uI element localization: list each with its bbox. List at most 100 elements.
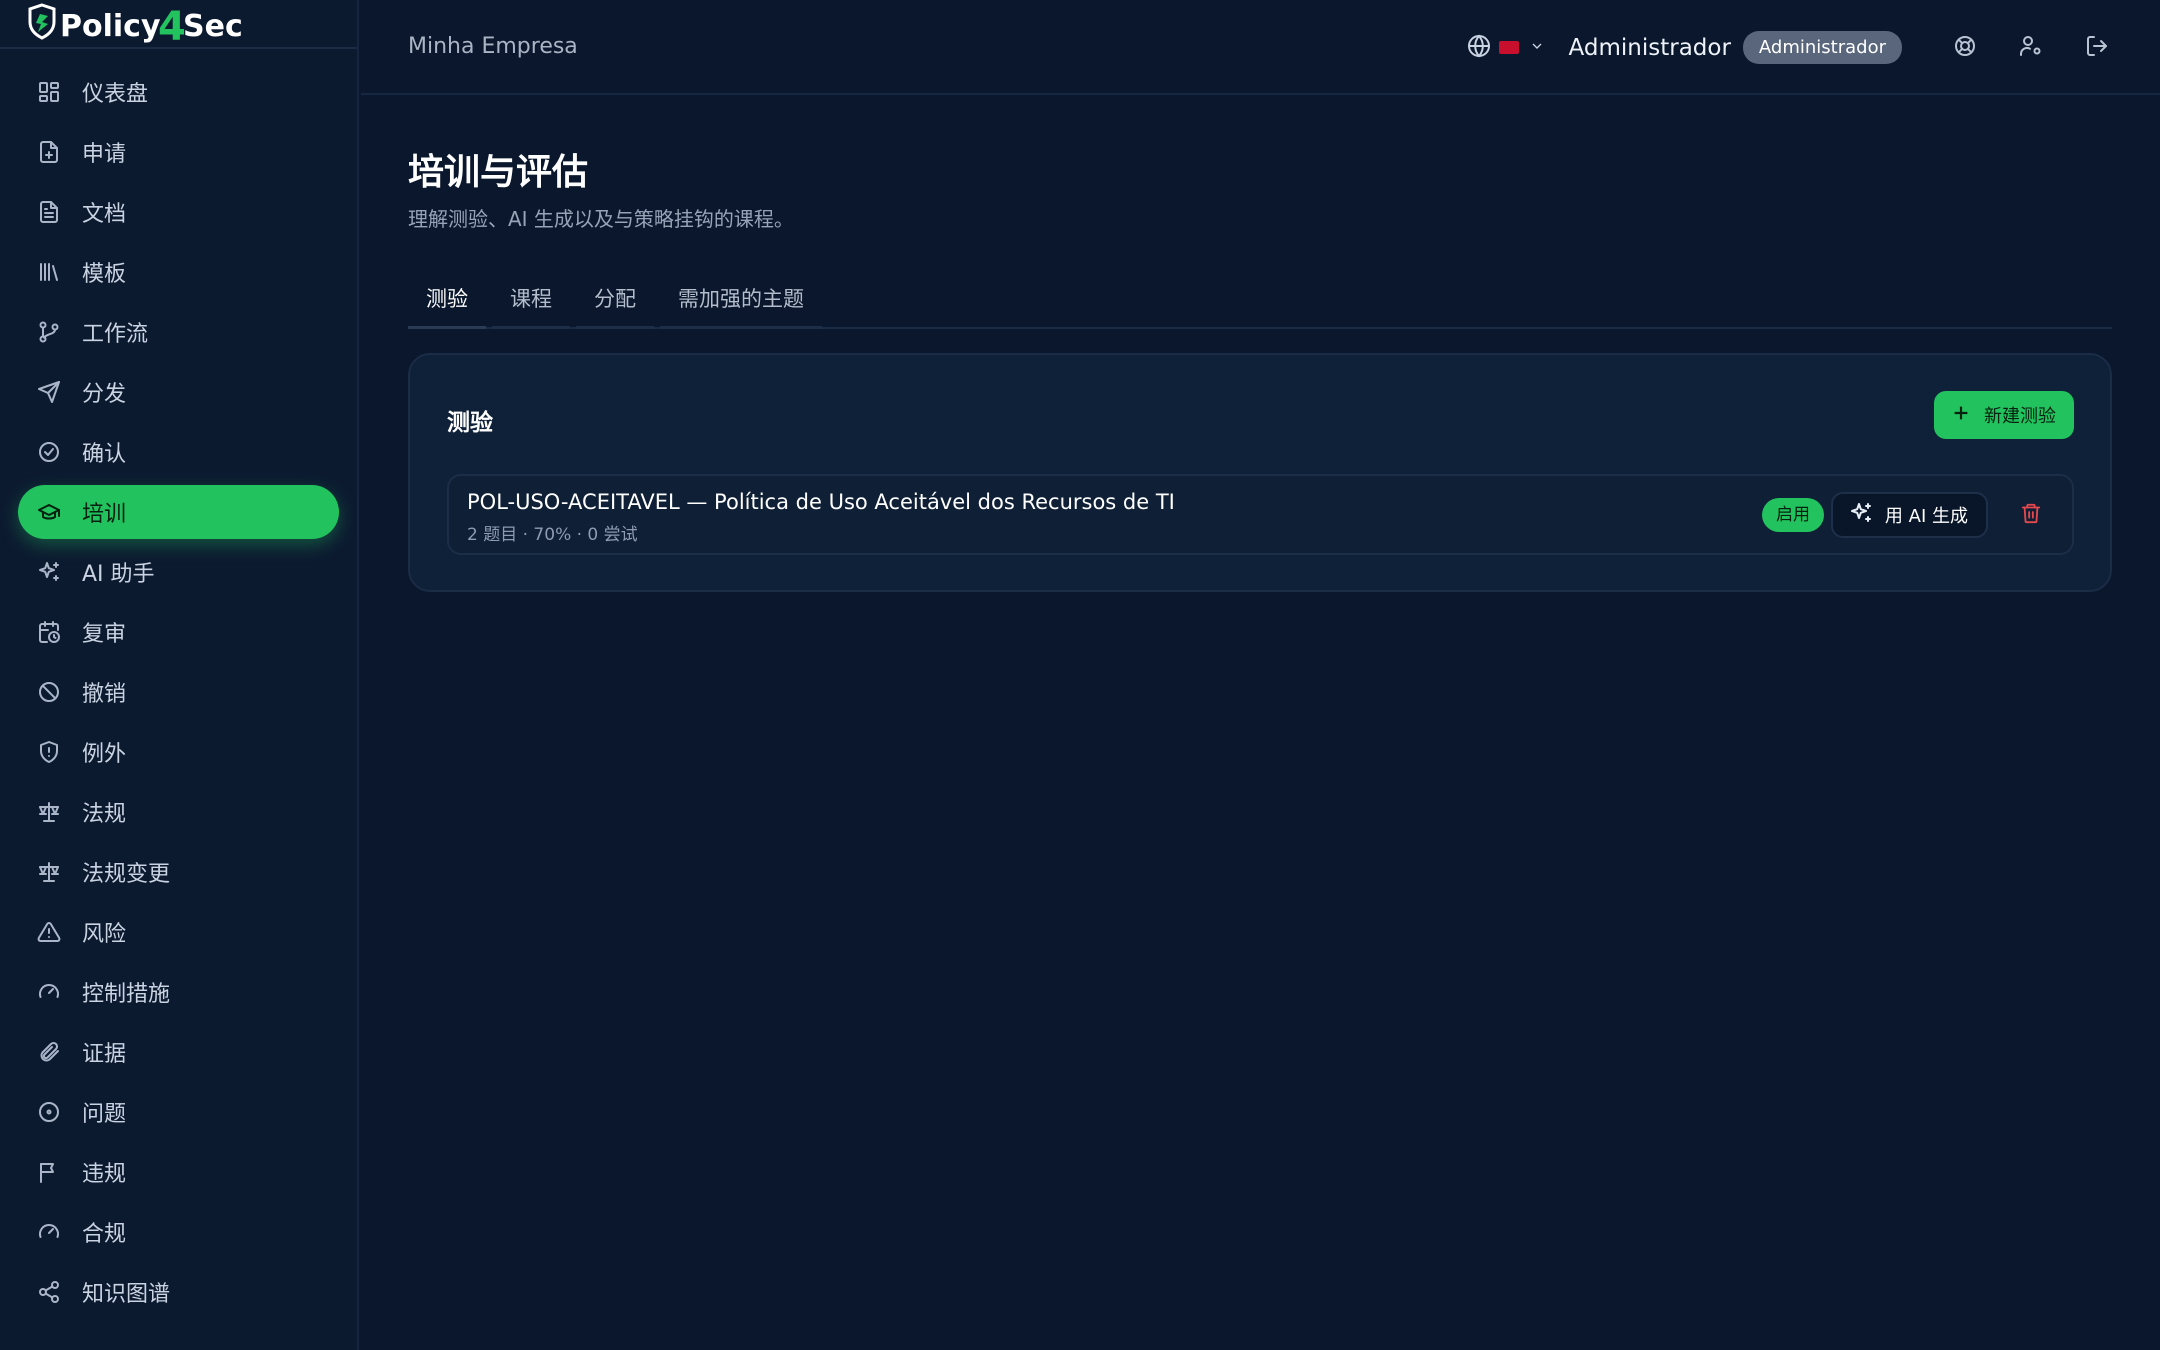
sidebar-item-violations[interactable]: 违规 <box>18 1145 339 1199</box>
tab-courses[interactable]: 课程 <box>492 272 570 329</box>
sidebar: Policy 4 Sec 仪表盘 申请 文档 模板 工作流 分发 确认 培训 A… <box>0 0 359 1350</box>
sidebar-item-workflow[interactable]: 工作流 <box>18 305 339 359</box>
tab-bar: 测验 课程 分配 需加强的主题 <box>408 272 2112 329</box>
tab-weak-topics[interactable]: 需加强的主题 <box>660 272 822 329</box>
generate-with-ai-button[interactable]: 用 AI 生成 <box>1830 492 1988 538</box>
new-quiz-label: 新建测验 <box>1984 406 2056 427</box>
sidebar-item-label: 分发 <box>82 382 127 407</box>
sidebar-item-label: 复审 <box>82 622 127 647</box>
plus-icon <box>1950 402 1984 429</box>
sidebar-item-label: 法规变更 <box>82 862 171 887</box>
quizzes-card: 测验 新建测验 POL-USO-ACEITAVEL — Política de … <box>408 353 2112 592</box>
flag-icon <box>36 1159 62 1185</box>
sidebar-item-controls[interactable]: 控制措施 <box>18 965 339 1019</box>
sidebar-item-review[interactable]: 复审 <box>18 605 339 659</box>
topbar: Minha Empresa Administrador Administrado… <box>361 0 2160 95</box>
sidebar-item-label: 申请 <box>82 142 127 167</box>
sidebar-item-issues[interactable]: 问题 <box>18 1085 339 1139</box>
sidebar-item-label: 工作流 <box>82 322 149 347</box>
quiz-meta: 2 题目 · 70% · 0 尝试 <box>467 525 638 545</box>
chevron-down-icon <box>1529 38 1545 58</box>
sidebar-item-ai-assistant[interactable]: AI 助手 <box>18 545 339 599</box>
share-icon <box>36 1279 62 1305</box>
sparkles-icon <box>36 559 62 585</box>
card-title: 测验 <box>447 410 493 436</box>
sidebar-item-label: 模板 <box>82 262 127 287</box>
svg-text:Policy: Policy <box>60 9 161 44</box>
role-badge: Administrador <box>1742 31 1902 64</box>
sidebar-item-label: 违规 <box>82 1162 127 1187</box>
graduation-cap-icon <box>36 499 62 525</box>
flag-icon <box>1498 41 1519 54</box>
sidebar-item-label: AI 助手 <box>82 562 155 587</box>
user-cog-icon <box>2019 34 2043 62</box>
sidebar-item-regulation-changes[interactable]: 法规变更 <box>18 845 339 899</box>
sidebar-item-knowledge-graph[interactable]: 知识图谱 <box>18 1265 339 1319</box>
delete-quiz-button[interactable] <box>2016 500 2046 530</box>
sidebar-item-documents[interactable]: 文档 <box>18 185 339 239</box>
sidebar-item-exceptions[interactable]: 例外 <box>18 725 339 779</box>
sidebar-item-revoke[interactable]: 撤销 <box>18 665 339 719</box>
check-circle-icon <box>36 439 62 465</box>
trash-icon <box>2020 502 2042 528</box>
quiz-title: POL-USO-ACEITAVEL — Política de Uso Acei… <box>467 490 1175 514</box>
sidebar-item-risks[interactable]: 风险 <box>18 905 339 959</box>
svg-text:4: 4 <box>158 4 186 46</box>
sidebar-item-training[interactable]: 培训 <box>18 485 339 539</box>
sidebar-item-evidence[interactable]: 证据 <box>18 1025 339 1079</box>
company-name: Minha Empresa <box>408 34 578 59</box>
more-icon <box>36 1339 62 1350</box>
sidebar-item-distribution[interactable]: 分发 <box>18 365 339 419</box>
generate-with-ai-label: 用 AI 生成 <box>1884 506 1968 527</box>
calendar-clock-icon <box>36 619 62 645</box>
new-quiz-button[interactable]: 新建测验 <box>1934 391 2074 439</box>
sidebar-item-label: 文档 <box>82 202 127 227</box>
document-icon <box>36 199 62 225</box>
sidebar-item-label: 确认 <box>82 442 127 467</box>
scale-icon <box>36 859 62 885</box>
logout-button[interactable] <box>2064 15 2130 81</box>
sidebar-nav: 仪表盘 申请 文档 模板 工作流 分发 确认 培训 AI 助手 复审 撤销 例外… <box>0 49 357 1350</box>
sparkles-icon <box>1849 501 1885 530</box>
logout-icon <box>2085 34 2109 62</box>
status-badge: 启用 <box>1762 498 1824 532</box>
brand-logo[interactable]: Policy 4 Sec <box>0 0 357 49</box>
sidebar-item-label: 合规 <box>82 1222 127 1247</box>
sidebar-item-label: 仪表盘 <box>82 82 149 107</box>
sidebar-item-label: 培训 <box>82 502 127 527</box>
sidebar-item-label: 风险 <box>82 922 127 947</box>
paperclip-icon <box>36 1039 62 1065</box>
sidebar-item-label: 撤销 <box>82 682 127 707</box>
sidebar-item-regulations[interactable]: 法规 <box>18 785 339 839</box>
tab-assignments[interactable]: 分配 <box>576 272 654 329</box>
sidebar-item-compliance[interactable]: 合规 <box>18 1205 339 1259</box>
language-selector[interactable] <box>1467 33 1545 62</box>
life-buoy-icon <box>1953 34 1977 62</box>
topbar-actions: Administrador Administrador <box>1467 0 2160 95</box>
sidebar-item-templates[interactable]: 模板 <box>18 245 339 299</box>
list-item[interactable]: POL-USO-ACEITAVEL — Política de Uso Acei… <box>447 474 2074 555</box>
shield-alert-icon <box>36 739 62 765</box>
sidebar-item-requests[interactable]: 申请 <box>18 125 339 179</box>
user-settings-button[interactable] <box>1998 15 2064 81</box>
help-button[interactable] <box>1932 15 1998 81</box>
svg-text:Sec: Sec <box>183 9 243 44</box>
sidebar-item-acknowledgement[interactable]: 确认 <box>18 425 339 479</box>
sidebar-item-label: 知识图谱 <box>82 1282 171 1307</box>
warning-icon <box>36 919 62 945</box>
sidebar-item-dashboard[interactable]: 仪表盘 <box>18 65 339 119</box>
sidebar-item-label: 证据 <box>82 1042 127 1067</box>
dashboard-icon <box>36 79 62 105</box>
gauge-icon <box>36 979 62 1005</box>
sidebar-item-label: 问题 <box>82 1102 127 1127</box>
page-title: 培训与评估 <box>408 152 589 193</box>
ban-icon <box>36 679 62 705</box>
tab-quizzes[interactable]: 测验 <box>408 272 486 329</box>
sidebar-item-label: 例外 <box>82 742 127 767</box>
user-name: Administrador <box>1568 34 1731 61</box>
circle-dot-icon <box>36 1099 62 1125</box>
sidebar-item-label: 法规 <box>82 802 127 827</box>
library-icon <box>36 259 62 285</box>
sidebar-item-more[interactable] <box>18 1325 339 1350</box>
gauge-icon <box>36 1219 62 1245</box>
